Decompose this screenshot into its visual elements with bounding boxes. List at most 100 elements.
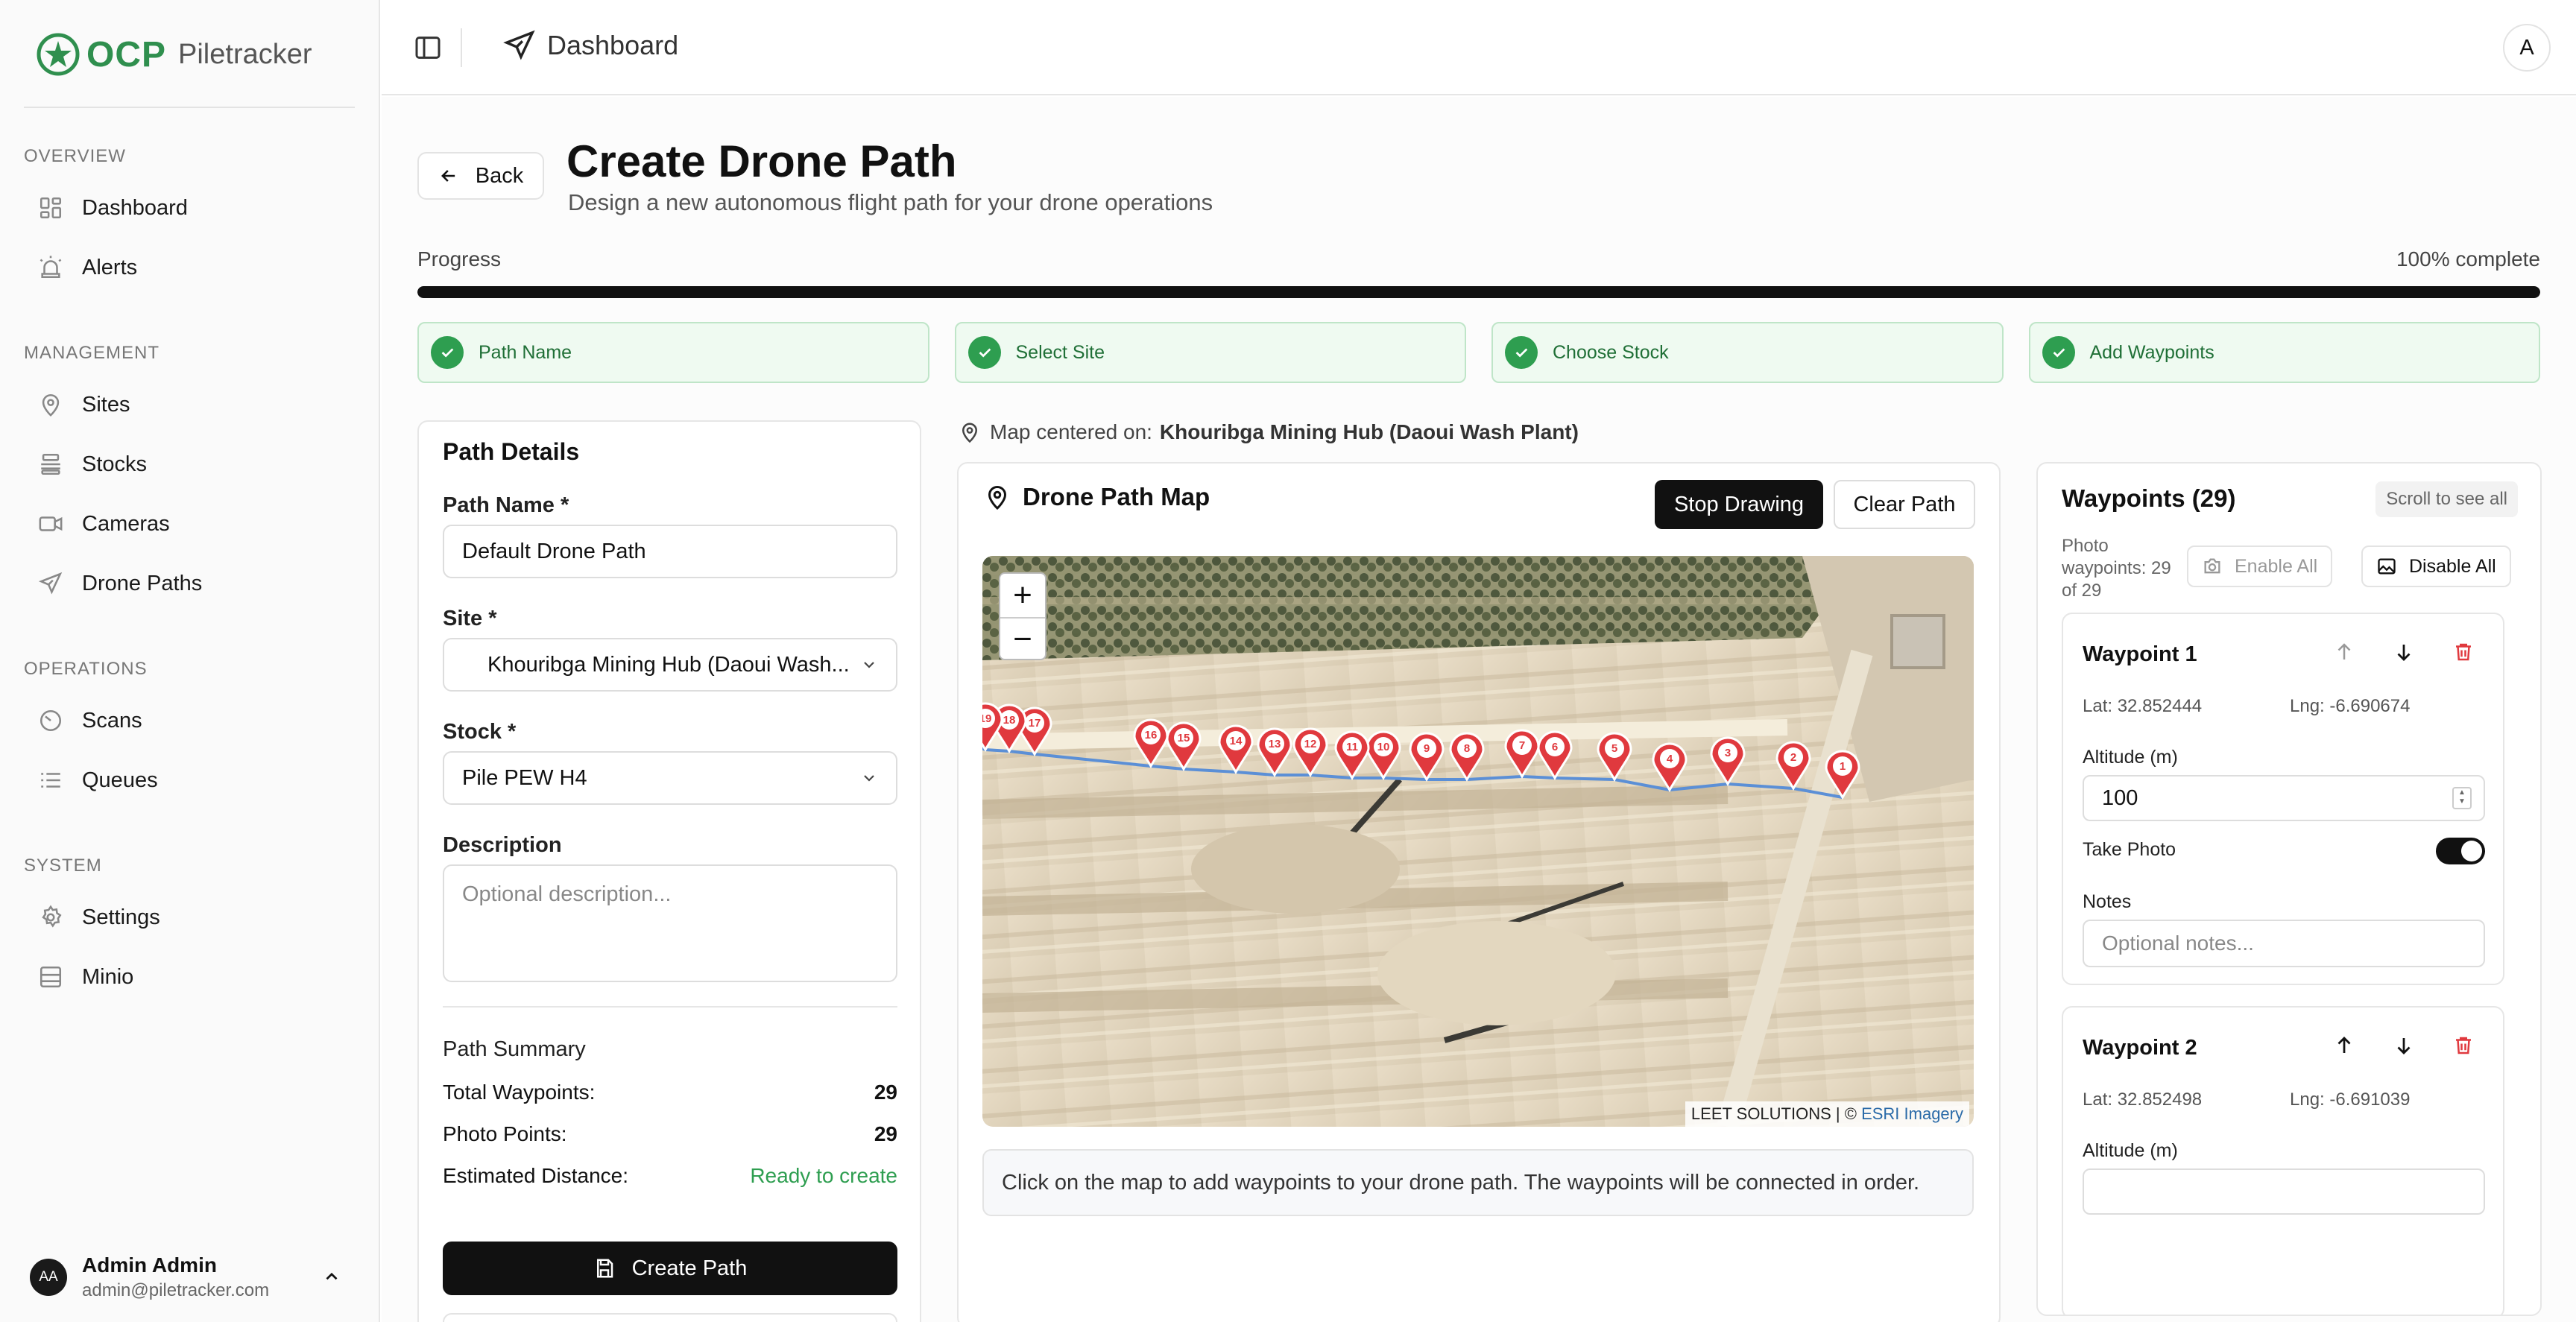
- main-content: Back Create Drone Path Design a new auto…: [382, 97, 2576, 1322]
- description-label: Description: [443, 833, 562, 857]
- path-details-card: Path Details Path Name * Default Drone P…: [417, 420, 921, 1322]
- check-circle-icon: [2042, 336, 2075, 369]
- summary-total-row: Total Waypoints: 29: [443, 1081, 897, 1104]
- disable-all-label: Disable All: [2409, 555, 2496, 577]
- sidebar-item-alerts[interactable]: Alerts: [24, 241, 356, 294]
- check-circle-icon: [967, 336, 1001, 369]
- sidebar-item-label: Queues: [82, 768, 158, 792]
- sidebar-item-sites[interactable]: Sites: [24, 379, 356, 431]
- user-email: admin@piletracker.com: [82, 1280, 270, 1300]
- sidebar-item-label: Stocks: [82, 452, 148, 476]
- waypoint-marker-label: 2: [1790, 751, 1796, 764]
- waypoint-marker-label: 11: [1346, 741, 1358, 753]
- sidebar-item-label: Scans: [82, 708, 142, 733]
- save-icon: [596, 1259, 613, 1278]
- enable-all-label: Enable All: [2235, 555, 2318, 577]
- site-label: Site *: [443, 607, 497, 630]
- arrow-down-icon[interactable]: [2393, 641, 2415, 663]
- clear-path-button[interactable]: Clear Path: [1834, 480, 1975, 529]
- sidebar-item-stocks[interactable]: Stocks: [24, 438, 356, 490]
- sidebar-item-minio[interactable]: Minio: [24, 951, 356, 1003]
- arrow-left-icon: [441, 170, 455, 182]
- altitude-input[interactable]: 100 ▲ ▼: [2083, 775, 2485, 821]
- sidebar-item-dashboard[interactable]: Dashboard: [24, 182, 356, 234]
- altitude-stepper[interactable]: ▲ ▼: [2452, 787, 2472, 809]
- notes-label: Notes: [2083, 891, 2132, 912]
- map-centered-caption: Map centered on: Khouribga Mining Hub (D…: [959, 420, 1579, 444]
- attribution-text: LEET SOLUTIONS | ©: [1690, 1104, 1857, 1123]
- map-pin-icon: [988, 486, 1007, 510]
- take-photo-toggle[interactable]: [2436, 838, 2485, 864]
- map-instructions: Click on the map to add waypoints to you…: [982, 1149, 1974, 1216]
- sidebar-item-label: Minio: [82, 964, 134, 989]
- back-button[interactable]: Back: [417, 152, 544, 200]
- map-title: Drone Path Map: [984, 483, 1210, 511]
- photo-waypoint-count: Photo waypoints: 29 of 29: [2062, 536, 2171, 601]
- stop-drawing-button[interactable]: Stop Drawing: [1655, 480, 1823, 529]
- sidebar-item-cameras[interactable]: Cameras: [24, 498, 356, 550]
- list-icon: [36, 765, 66, 795]
- top-bar: Dashboard A: [382, 0, 2576, 95]
- zoom-out-button[interactable]: −: [1000, 617, 1045, 660]
- arrow-up-icon[interactable]: [2333, 641, 2355, 663]
- trash-icon[interactable]: [2452, 641, 2475, 663]
- map-pin-icon: [36, 390, 66, 420]
- user-menu[interactable]: AA Admin Admin admin@piletracker.com: [24, 1242, 356, 1313]
- summary-distance-row: Estimated Distance: Ready to create: [443, 1164, 897, 1188]
- enable-all-button[interactable]: Enable All: [2187, 545, 2333, 587]
- esri-link[interactable]: ESRI Imagery: [1861, 1104, 1963, 1123]
- site-select[interactable]: Khouribga Mining Hub (Daoui Wash...: [443, 638, 897, 692]
- summary-value: 29: [874, 1122, 897, 1145]
- secondary-button[interactable]: [443, 1313, 897, 1322]
- zoom-in-button[interactable]: +: [1000, 574, 1045, 617]
- step-label: Select Site: [1015, 341, 1105, 363]
- altitude-input[interactable]: [2083, 1168, 2485, 1215]
- waypoint-title: Waypoint 1: [2083, 642, 2197, 666]
- sidebar: OCP Piletracker OVERVIEW Dashboard Alert…: [0, 0, 380, 1322]
- stock-select[interactable]: Pile PEW H4: [443, 751, 897, 805]
- scan-icon: [36, 706, 66, 736]
- site-select-value: Khouribga Mining Hub (Daoui Wash...: [487, 652, 850, 677]
- progress-bar: [417, 286, 2540, 298]
- card-title: Path Details: [443, 438, 580, 465]
- waypoint-lng: Lng: -6.690674: [2290, 696, 2411, 716]
- sidebar-toggle-icon[interactable]: [413, 33, 443, 63]
- ocp-logo-icon: [37, 33, 80, 76]
- plane-icon: [36, 569, 66, 598]
- create-path-button[interactable]: Create Path: [443, 1242, 897, 1295]
- chevron-down-icon: [864, 662, 874, 668]
- satellite-map[interactable]: 12345678910111213141516171819 + − LEET S…: [982, 556, 1974, 1127]
- summary-label: Total Waypoints:: [443, 1081, 596, 1104]
- description-field[interactable]: Optional description...: [443, 864, 897, 982]
- path-name-input[interactable]: Default Drone Path: [443, 525, 897, 578]
- map-imagery: 12345678910111213141516171819: [982, 556, 1974, 1127]
- progress-label: Progress: [417, 247, 502, 271]
- breadcrumb: Dashboard: [502, 28, 678, 63]
- sidebar-item-queues[interactable]: Queues: [24, 754, 356, 806]
- step-label: Path Name: [479, 341, 572, 363]
- sidebar-item-scans[interactable]: Scans: [24, 695, 356, 747]
- product-name: Piletracker: [178, 38, 312, 70]
- arrow-down-icon[interactable]: [2393, 1034, 2415, 1057]
- sidebar-item-drone-paths[interactable]: Drone Paths: [24, 557, 356, 610]
- waypoint-lng: Lng: -6.691039: [2290, 1089, 2411, 1110]
- altitude-value: 100: [2102, 785, 2138, 810]
- breadcrumb-label: Dashboard: [547, 30, 679, 60]
- notes-input[interactable]: Optional notes...: [2083, 920, 2485, 967]
- section-system: SYSTEM: [24, 855, 102, 876]
- waypoint-marker-label: 13: [1269, 738, 1281, 750]
- arrow-up-icon[interactable]: [2333, 1034, 2355, 1057]
- step-label: Choose Stock: [1553, 341, 1669, 363]
- waypoint-marker-label: 3: [1725, 747, 1731, 759]
- waypoint-lat: Lat: 32.852444: [2083, 696, 2203, 716]
- step-list: Path Name Select Site Choose Stock Add W…: [417, 322, 2540, 383]
- waypoints-title: Waypoints (29): [2062, 484, 2236, 512]
- account-avatar[interactable]: A: [2503, 24, 2551, 72]
- step-select-site: Select Site: [954, 322, 1466, 383]
- trash-icon[interactable]: [2452, 1034, 2475, 1057]
- step-label: Add Waypoints: [2089, 341, 2214, 363]
- sidebar-item-settings[interactable]: Settings: [24, 891, 356, 943]
- waypoints-panel[interactable]: Waypoints (29) Scroll to see all Photo w…: [2036, 462, 2542, 1316]
- disable-all-button[interactable]: Disable All: [2361, 545, 2511, 587]
- brand-logo[interactable]: OCP Piletracker: [34, 28, 312, 80]
